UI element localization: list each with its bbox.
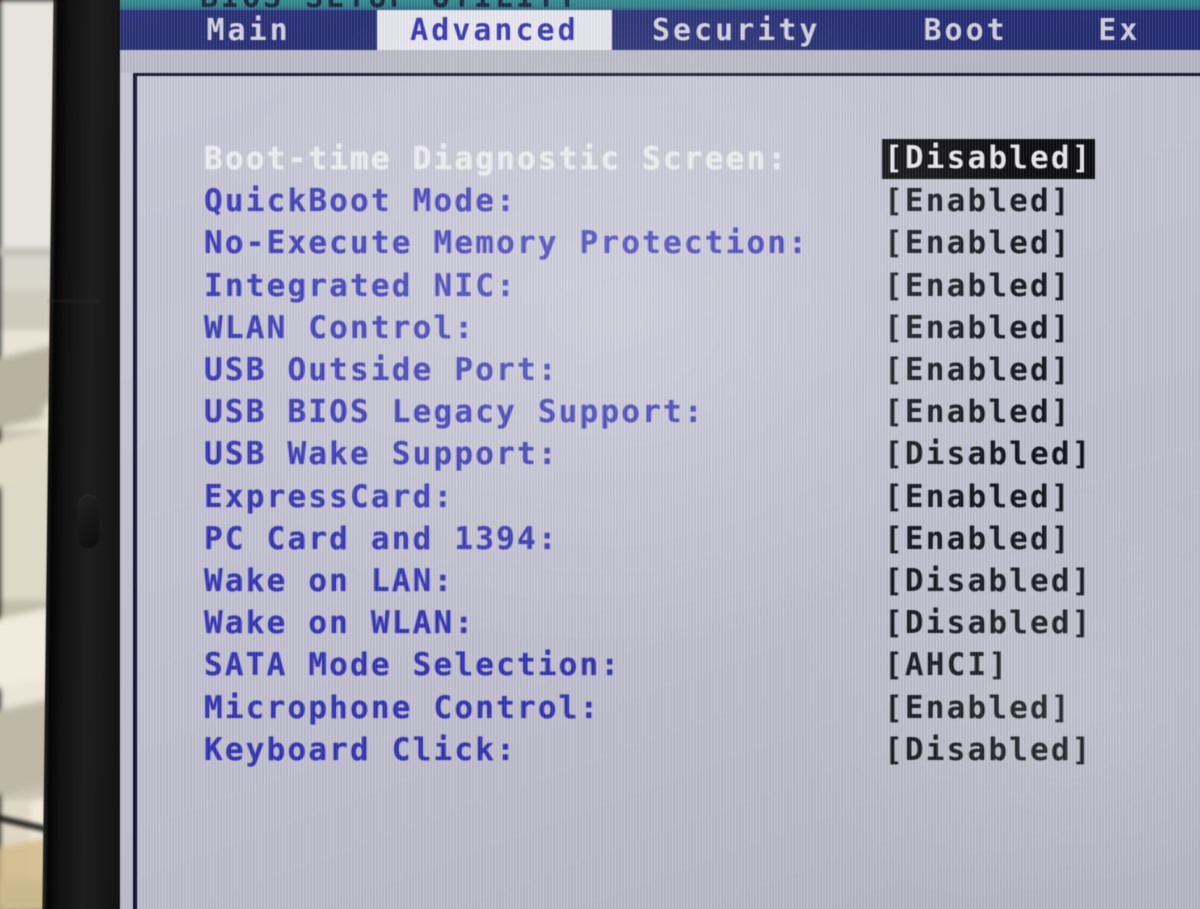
bezel-seam [48, 300, 100, 302]
settings-row[interactable]: SATA Mode Selection: [AHCI] [204, 644, 1194, 686]
settings-list: Boot-time Diagnostic Screen: [Disabled] Qu… [204, 138, 1194, 771]
bios-tab-bar: Main Advanced Security Boot Ex [120, 10, 1200, 50]
settings-row[interactable]: ExpressCard: [Enabled] [204, 476, 1194, 518]
settings-row-label: USB Wake Support: [204, 436, 559, 473]
settings-row-value[interactable]: [Enabled] [884, 225, 1072, 261]
settings-row[interactable]: WLAN Control: [Enabled] [204, 307, 1194, 349]
settings-row-label: Integrated NIC: [204, 267, 517, 304]
settings-row-value[interactable]: [Disabled] [884, 436, 1093, 472]
settings-row-label: Wake on WLAN: [204, 605, 476, 642]
settings-row-label: USB BIOS Legacy Support: [204, 394, 705, 431]
tab-main[interactable]: Main [120, 10, 377, 50]
settings-row-label: WLAN Control: [204, 309, 476, 346]
tab-security[interactable]: Security [612, 10, 861, 50]
settings-row[interactable]: QuickBoot Mode: [Enabled] [204, 180, 1194, 222]
settings-row-value[interactable]: [Enabled] [884, 352, 1072, 388]
settings-row[interactable]: Wake on WLAN: [Disabled] [204, 602, 1194, 644]
settings-row-label: QuickBoot Mode: [204, 183, 517, 220]
tab-underbar [120, 50, 1200, 73]
settings-row[interactable]: Microphone Control: [Enabled] [204, 686, 1194, 728]
settings-row-label: Microphone Control: [204, 689, 601, 726]
settings-row-value[interactable]: [Disabled] [882, 139, 1095, 180]
settings-row[interactable]: Integrated NIC: [Enabled] [204, 265, 1194, 307]
settings-row-label: Keyboard Click: [204, 731, 517, 768]
settings-row[interactable]: USB Outside Port: [Enabled] [204, 349, 1194, 391]
settings-row[interactable]: USB Wake Support: [Disabled] [204, 433, 1194, 475]
tab-exit[interactable]: Ex [1070, 10, 1200, 50]
laptop-bios-photo: BIOS SETUP UTILITY Main Advanced Securit… [0, 0, 1200, 909]
settings-row-label: PC Card and 1394: [204, 520, 559, 557]
lcd-screen: BIOS SETUP UTILITY Main Advanced Securit… [120, 0, 1200, 909]
settings-row[interactable]: Boot-time Diagnostic Screen: [Disabled] [204, 138, 1194, 180]
tab-advanced[interactable]: Advanced [377, 10, 612, 50]
settings-row-value[interactable]: [Enabled] [884, 521, 1072, 557]
settings-row-value[interactable]: [Disabled] [884, 732, 1093, 768]
settings-row-value[interactable]: [Enabled] [884, 479, 1072, 515]
settings-row-value[interactable]: [Enabled] [884, 310, 1072, 346]
settings-row-value[interactable]: [Disabled] [884, 605, 1093, 641]
settings-row-label: SATA Mode Selection: [204, 647, 622, 684]
settings-row-value[interactable]: [Enabled] [884, 394, 1072, 430]
settings-row-value[interactable]: [Enabled] [884, 690, 1072, 726]
settings-row[interactable]: PC Card and 1394: [Enabled] [204, 518, 1194, 560]
settings-row-value[interactable]: [AHCI] [884, 647, 1009, 683]
settings-row-label: Boot-time Diagnostic Screen: [204, 141, 789, 178]
settings-row-value[interactable]: [Disabled] [884, 563, 1093, 599]
bezel-rubber-bumper [78, 495, 99, 548]
settings-row-label: USB Outside Port: [204, 352, 559, 389]
settings-row[interactable]: No-Execute Memory Protection: [Enabled] [204, 222, 1194, 264]
settings-row[interactable]: Keyboard Click: [Disabled] [204, 729, 1194, 771]
settings-row-label: No-Execute Memory Protection: [204, 225, 810, 262]
settings-row-value[interactable]: [Enabled] [884, 183, 1072, 219]
tab-boot[interactable]: Boot [861, 10, 1070, 50]
advanced-settings-panel: Boot-time Diagnostic Screen: [Disabled] Qu… [133, 72, 1200, 909]
settings-row-label: Wake on LAN: [204, 562, 455, 599]
settings-row-label: ExpressCard: [204, 478, 455, 515]
settings-row[interactable]: USB BIOS Legacy Support: [Enabled] [204, 391, 1194, 433]
settings-row[interactable]: Wake on LAN: [Disabled] [204, 560, 1194, 602]
settings-row-value[interactable]: [Enabled] [884, 268, 1072, 304]
